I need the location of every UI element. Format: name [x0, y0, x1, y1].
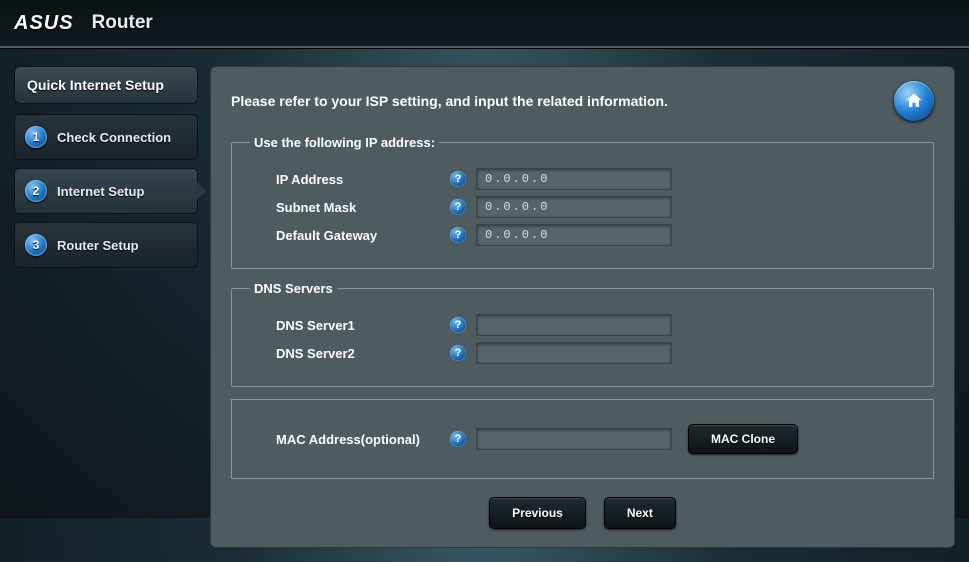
brand-title: Router	[92, 12, 153, 34]
top-bar: ASUS Router	[0, 0, 969, 46]
step-label: Router Setup	[57, 238, 139, 253]
input-dns-server1[interactable]	[476, 314, 672, 336]
label-mac-address: MAC Address(optional)	[250, 432, 450, 447]
help-icon[interactable]: ?	[450, 345, 466, 361]
sidebar-step-check-connection[interactable]: 1 Check Connection	[14, 114, 198, 160]
fieldset-dns-servers: DNS Servers DNS Server1 ? DNS Server2 ?	[231, 281, 934, 387]
home-button[interactable]	[894, 81, 934, 121]
step-label: Check Connection	[57, 130, 171, 145]
fieldset-ip-address: Use the following IP address: IP Address…	[231, 135, 934, 269]
content-panel: Please refer to your ISP setting, and in…	[210, 66, 955, 548]
previous-button[interactable]: Previous	[489, 497, 586, 529]
input-dns-server2[interactable]	[476, 342, 672, 364]
label-subnet-mask: Subnet Mask	[250, 200, 450, 215]
sidebar: Quick Internet Setup 1 Check Connection …	[14, 66, 198, 548]
label-dns-server2: DNS Server2	[250, 346, 450, 361]
help-icon[interactable]: ?	[450, 431, 466, 447]
next-button[interactable]: Next	[604, 497, 676, 529]
help-icon[interactable]: ?	[450, 171, 466, 187]
help-icon[interactable]: ?	[450, 317, 466, 333]
input-mac-address[interactable]	[476, 428, 672, 450]
step-label: Internet Setup	[57, 184, 144, 199]
fieldset-ip-legend: Use the following IP address:	[250, 135, 439, 150]
input-subnet-mask[interactable]	[476, 196, 672, 218]
fieldset-dns-legend: DNS Servers	[250, 281, 337, 296]
fieldset-mac-address: MAC Address(optional) ? MAC Clone	[231, 399, 934, 479]
input-default-gateway[interactable]	[476, 224, 672, 246]
home-icon	[904, 91, 924, 111]
label-dns-server1: DNS Server1	[250, 318, 450, 333]
input-ip-address[interactable]	[476, 168, 672, 190]
sidebar-header: Quick Internet Setup	[14, 66, 198, 104]
step-number-icon: 1	[25, 126, 47, 148]
label-ip-address: IP Address	[250, 172, 450, 187]
step-number-icon: 2	[25, 180, 47, 202]
step-number-icon: 3	[25, 234, 47, 256]
label-default-gateway: Default Gateway	[250, 228, 450, 243]
brand-logo: ASUS	[14, 12, 74, 35]
help-icon[interactable]: ?	[450, 227, 466, 243]
help-icon[interactable]: ?	[450, 199, 466, 215]
panel-title: Please refer to your ISP setting, and in…	[231, 93, 668, 109]
sidebar-step-internet-setup[interactable]: 2 Internet Setup	[14, 168, 198, 214]
mac-clone-button[interactable]: MAC Clone	[688, 424, 798, 454]
sidebar-step-router-setup[interactable]: 3 Router Setup	[14, 222, 198, 268]
